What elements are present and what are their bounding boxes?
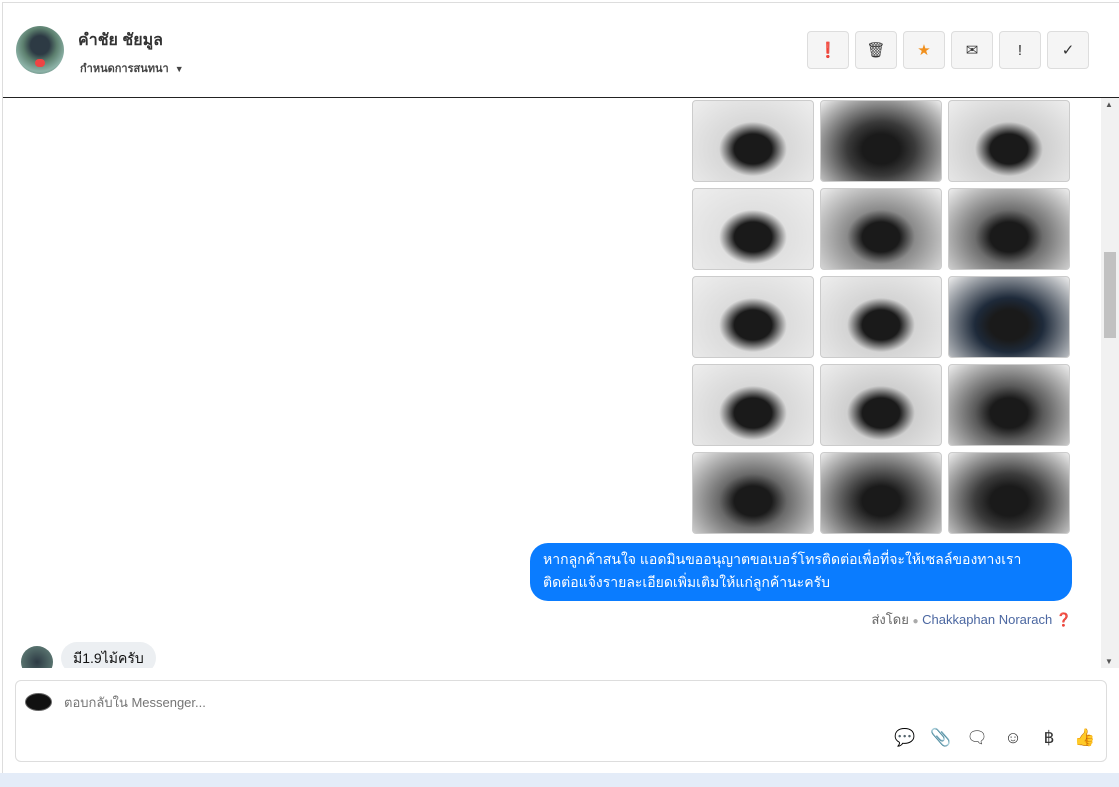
car-photo[interactable] <box>948 276 1070 358</box>
assign-label: กำหนดการสนทนา <box>80 63 169 75</box>
verified-icon: ● <box>912 616 919 627</box>
car-photo[interactable] <box>820 188 942 270</box>
paperclip-icon[interactable]: 📎 <box>930 727 952 749</box>
car-photo[interactable] <box>692 188 814 270</box>
car-photo[interactable] <box>948 452 1070 534</box>
help-icon[interactable]: ❓ <box>1056 612 1072 627</box>
delete-button[interactable]: 🗑 <box>855 31 897 69</box>
incoming-message: มี1.9ไม้ครับ <box>61 642 156 668</box>
car-photo[interactable] <box>692 364 814 446</box>
exclamation-icon: ! <box>1017 41 1023 59</box>
car-photo[interactable] <box>820 276 942 358</box>
reply-input[interactable] <box>64 695 864 710</box>
scroll-up-icon[interactable]: ▲ <box>1105 100 1113 109</box>
contact-name[interactable]: คำชัย ชัยมูล <box>78 28 163 53</box>
saved-reply-icon[interactable]: 💬 <box>894 727 916 749</box>
car-photo[interactable] <box>820 364 942 446</box>
star-button[interactable]: ★ <box>903 31 945 69</box>
photo-album <box>692 100 1070 534</box>
conversation-header: คำชัย ชัยมูล กำหนดการสนทนา ▼ ❗ 🗑 ★ ✉ ! ✓ <box>3 3 1119 98</box>
alert-circle-icon: ❗ <box>818 42 838 59</box>
assign-conversation-dropdown[interactable]: กำหนดการสนทนา ▼ <box>80 59 184 77</box>
spam-button[interactable]: ❗ <box>807 31 849 69</box>
envelope-icon: ✉ <box>965 42 979 59</box>
car-photo[interactable] <box>692 452 814 534</box>
chat-bubble-icon[interactable]: 🗨 <box>966 727 988 749</box>
sent-by: ส่งโดย ● Chakkaphan Norarach ❓ <box>871 609 1072 630</box>
scroll-thumb[interactable] <box>1104 252 1116 338</box>
sender-name[interactable]: Chakkaphan Norarach <box>922 612 1052 627</box>
star-icon: ★ <box>917 42 931 59</box>
done-button[interactable]: ✓ <box>1047 31 1089 69</box>
message-thread: หากลูกค้าสนใจ แอดมินขออนุญาตขอเบอร์โทรติ… <box>3 98 1101 668</box>
contact-avatar[interactable] <box>16 26 64 74</box>
car-photo[interactable] <box>820 452 942 534</box>
emoji-icon[interactable]: ☺ <box>1002 727 1024 749</box>
priority-button[interactable]: ! <box>999 31 1041 69</box>
mail-button[interactable]: ✉ <box>951 31 993 69</box>
car-photo[interactable] <box>948 364 1070 446</box>
page-logo <box>25 693 52 711</box>
composer-tools: 💬 📎 🗨 ☺ ฿ 👍 <box>894 727 1096 749</box>
incoming-message-row: มี1.9ไม้ครับ <box>21 642 156 668</box>
header-actions: ❗ 🗑 ★ ✉ ! ✓ <box>807 31 1089 69</box>
thumbs-up-icon[interactable]: 👍 <box>1074 727 1096 749</box>
contact-avatar-small <box>21 646 53 668</box>
chat-scrollbar[interactable]: ▲ ▼ <box>1101 98 1119 668</box>
car-photo[interactable] <box>692 100 814 182</box>
outgoing-message: หากลูกค้าสนใจ แอดมินขออนุญาตขอเบอร์โทรติ… <box>530 543 1072 601</box>
scroll-down-icon[interactable]: ▼ <box>1105 657 1113 666</box>
caret-down-icon: ▼ <box>174 64 184 74</box>
bottom-strip <box>0 773 1119 787</box>
car-photo[interactable] <box>948 100 1070 182</box>
reply-composer: 💬 📎 🗨 ☺ ฿ 👍 <box>15 680 1107 762</box>
trash-icon: 🗑 <box>866 42 886 59</box>
car-photo[interactable] <box>948 188 1070 270</box>
sent-by-label: ส่งโดย <box>871 612 909 627</box>
check-icon: ✓ <box>1061 42 1075 59</box>
baht-icon[interactable]: ฿ <box>1038 727 1060 749</box>
car-photo[interactable] <box>692 276 814 358</box>
car-photo[interactable] <box>820 100 942 182</box>
